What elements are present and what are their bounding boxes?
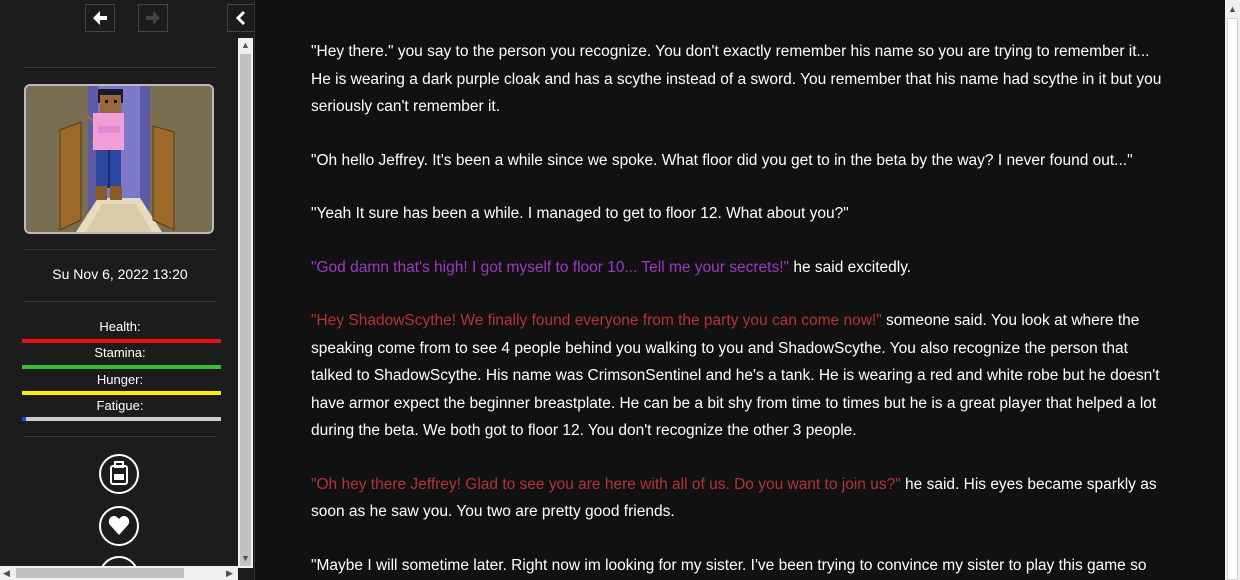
dialogue-player: "Yeah It sure has been a while. I manage… <box>311 205 849 222</box>
dialogue-player: "Maybe I will sometime later. Right now … <box>311 556 1147 574</box>
dialogue-crimsonsentinel: "Oh hey there Jeffrey! Glad to see you a… <box>311 475 901 493</box>
story-panel: "Hey there." you say to the person you r… <box>255 0 1225 580</box>
scroll-up-icon[interactable]: ▲ <box>241 40 250 50</box>
sidebar: Su Nov 6, 2022 13:20 Health: Stamina: Hu… <box>0 0 255 580</box>
story-text: "Hey there." you say to the person you r… <box>311 38 1171 580</box>
back-button[interactable] <box>85 4 115 32</box>
hunger-label: Hunger: <box>96 372 144 387</box>
health-status-button[interactable] <box>99 506 139 546</box>
sidebar-hscroll-thumb[interactable] <box>16 568 184 578</box>
story-paragraph: "Oh hey there Jeffrey! Glad to see you a… <box>311 471 1171 526</box>
scroll-down-icon[interactable]: ▼ <box>241 553 250 563</box>
main-scroll-thumb[interactable] <box>1227 18 1238 580</box>
scroll-right-icon[interactable]: ▶ <box>226 568 233 578</box>
heart-icon <box>108 516 130 535</box>
stamina-label: Stamina: <box>94 345 146 360</box>
dialogue-shadowscythe: "Oh hello Jeffrey. It's been a while sin… <box>311 151 1133 169</box>
right-arrow-icon <box>146 11 160 25</box>
story-paragraph: "Hey there." you say to the person you r… <box>311 43 1162 115</box>
main-scroll-up-icon[interactable]: ▲ <box>1228 4 1237 14</box>
chevron-left-icon <box>235 10 246 26</box>
narration: he said excitedly. <box>789 258 912 276</box>
fatigue-label: Fatigue: <box>96 398 144 413</box>
divider <box>24 301 216 302</box>
hide-sidebar-button[interactable] <box>227 4 254 32</box>
story-paragraph: "God damn that's high! I got myself to f… <box>311 254 1171 282</box>
narration: someone said. You look at where the spea… <box>311 312 1160 439</box>
health-label: Health: <box>99 319 141 334</box>
forward-button[interactable] <box>138 4 168 32</box>
story-paragraph: "Hey ShadowScythe! We finally found ever… <box>311 307 1171 445</box>
health-bar <box>22 339 221 343</box>
dialogue-crimsonsentinel: "Hey ShadowScythe! We finally found ever… <box>311 312 882 329</box>
backpack-icon <box>110 461 128 485</box>
character-portrait <box>24 84 214 234</box>
fatigue-bar <box>22 417 221 421</box>
divider <box>24 436 216 437</box>
scroll-left-icon[interactable]: ◀ <box>3 568 10 578</box>
divider <box>24 249 216 250</box>
inventory-button[interactable] <box>99 454 139 494</box>
dialogue-shadowscythe: "God damn that's high! I got myself to f… <box>311 258 790 276</box>
divider <box>24 67 216 68</box>
sidebar-scroll-thumb[interactable] <box>240 54 251 566</box>
stamina-bar <box>22 365 221 369</box>
hunger-bar <box>22 391 221 395</box>
left-arrow-icon <box>93 11 107 25</box>
game-datetime: Su Nov 6, 2022 13:20 <box>52 266 188 282</box>
